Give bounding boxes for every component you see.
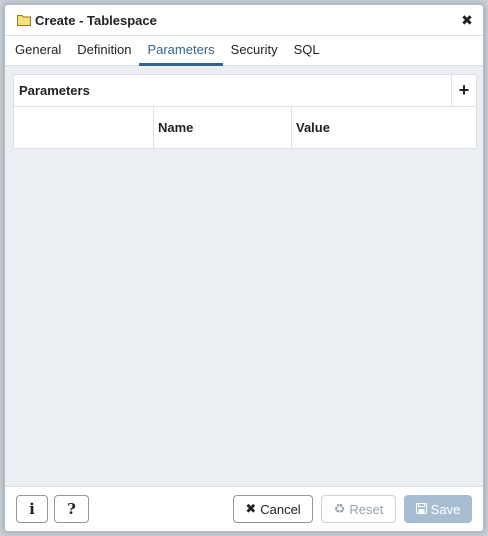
column-header-value[interactable]: Value bbox=[292, 107, 476, 148]
parameters-grid: Parameters + Name Value bbox=[13, 74, 477, 149]
reset-label: Reset bbox=[349, 501, 384, 517]
reset-button[interactable]: ♻ Reset bbox=[321, 495, 396, 523]
parameters-column-header: Name Value bbox=[14, 107, 476, 148]
folder-icon bbox=[17, 14, 31, 26]
parameters-label: Parameters bbox=[19, 83, 90, 98]
parameters-header: Parameters + bbox=[14, 75, 476, 107]
tab-sql[interactable]: SQL bbox=[286, 36, 328, 66]
parameters-panel: Parameters + Name Value bbox=[5, 66, 483, 488]
cancel-button[interactable]: ✖ Cancel bbox=[233, 495, 313, 523]
help-button[interactable]: ? bbox=[54, 495, 89, 523]
dialog-titlebar[interactable]: Create - Tablespace ✖ bbox=[5, 5, 483, 35]
column-header-actions bbox=[14, 107, 154, 148]
create-tablespace-dialog: Create - Tablespace ✖ General Definition… bbox=[4, 4, 484, 532]
info-icon: i bbox=[29, 500, 35, 518]
tab-general[interactable]: General bbox=[7, 36, 69, 66]
dialog-footer: i ? ✖ Cancel ♻ Reset Save bbox=[5, 486, 483, 531]
tab-security[interactable]: Security bbox=[223, 36, 286, 66]
cancel-label: Cancel bbox=[260, 501, 301, 517]
tab-definition[interactable]: Definition bbox=[69, 36, 139, 66]
save-label: Save bbox=[430, 501, 461, 517]
tab-parameters[interactable]: Parameters bbox=[139, 36, 223, 66]
add-row-button[interactable]: + bbox=[451, 75, 476, 106]
recycle-icon: ♻ bbox=[333, 501, 346, 516]
column-header-name[interactable]: Name bbox=[154, 107, 292, 148]
help-icon: ? bbox=[67, 500, 76, 518]
save-icon bbox=[415, 502, 427, 517]
info-button[interactable]: i bbox=[16, 495, 48, 523]
save-button[interactable]: Save bbox=[404, 495, 472, 523]
dialog-title: Create - Tablespace bbox=[35, 12, 157, 28]
close-icon[interactable]: ✖ bbox=[459, 12, 475, 28]
tab-bar: General Definition Parameters Security S… bbox=[5, 35, 483, 66]
close-icon: ✖ bbox=[245, 501, 257, 516]
